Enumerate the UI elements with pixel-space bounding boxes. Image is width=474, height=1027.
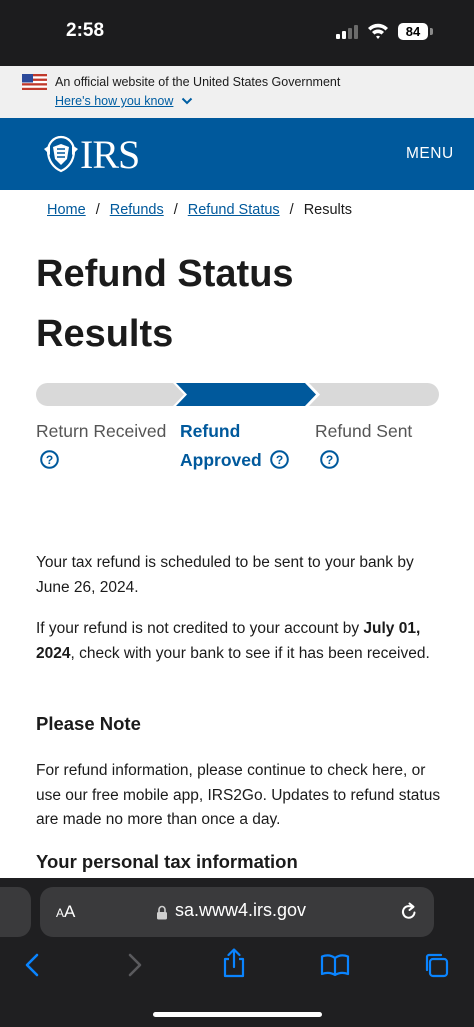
wifi-icon — [368, 23, 388, 39]
breadcrumb-refunds-link[interactable]: Refunds — [110, 202, 164, 218]
irs-logo-text: IRS — [80, 132, 140, 177]
refund-schedule-message: Your tax refund is scheduled to be sent … — [36, 554, 414, 596]
breadcrumb: Home / Refunds / Refund Status / Results — [47, 202, 352, 218]
svg-text:?: ? — [326, 453, 333, 467]
back-icon[interactable] — [25, 953, 39, 977]
breadcrumb-home-link[interactable]: Home — [47, 202, 86, 218]
help-icon[interactable]: ? — [40, 450, 59, 469]
personal-tax-info-heading: Your personal tax information — [36, 851, 298, 872]
step-label-refund-approved: Refund Approved — [180, 421, 262, 470]
please-note-text: For refund information, please continue … — [36, 762, 441, 828]
help-icon[interactable]: ? — [270, 450, 289, 469]
text-size-button[interactable]: AA — [56, 902, 75, 922]
page-title: Refund Status Results — [36, 253, 294, 355]
refund-credit-message: If your refund is not credited to your a… — [36, 617, 442, 666]
gov-banner — [0, 66, 474, 118]
home-indicator — [153, 1012, 322, 1017]
chevron-down-icon[interactable] — [181, 96, 193, 106]
heres-how-you-know-link[interactable]: Here's how you know — [55, 94, 173, 108]
breadcrumb-separator: / — [173, 202, 178, 218]
progress-segment-approved — [176, 383, 316, 406]
refund-credit-text-start: If your refund is not credited to your a… — [36, 620, 364, 637]
refund-progress-bar — [36, 383, 439, 406]
tabs-icon[interactable] — [423, 952, 449, 978]
help-icon[interactable]: ? — [320, 450, 339, 469]
lock-icon — [157, 905, 167, 920]
refund-credit-text-end: , check with your bank to see if it has … — [70, 644, 430, 662]
irs-eagle-icon — [44, 135, 78, 173]
gov-banner-text: An official website of the United States… — [55, 75, 341, 89]
status-bar: 2:58 84 — [0, 0, 474, 66]
menu-button[interactable]: MENU — [406, 145, 454, 163]
progress-segment-received — [36, 383, 184, 406]
text-size-large-a: A — [64, 902, 76, 921]
breadcrumb-separator: / — [289, 202, 294, 218]
please-note-heading: Please Note — [36, 713, 141, 734]
bookmarks-icon[interactable] — [320, 953, 350, 977]
breadcrumb-refund-status-link[interactable]: Refund Status — [188, 202, 280, 218]
step-label-refund-sent: Refund Sent — [315, 421, 413, 441]
battery-tip — [430, 28, 433, 35]
progress-segment-sent — [309, 383, 439, 406]
url-text[interactable]: sa.www4.irs.gov — [175, 900, 306, 921]
forward-icon[interactable] — [128, 953, 142, 977]
previous-tab-preview[interactable] — [0, 887, 31, 937]
breadcrumb-separator: / — [95, 202, 100, 218]
cellular-signal-icon — [336, 25, 358, 39]
battery-icon: 84 — [398, 23, 428, 40]
reload-icon[interactable] — [400, 902, 418, 921]
breadcrumb-current: Results — [303, 202, 353, 218]
share-icon[interactable] — [222, 948, 246, 978]
status-time: 2:58 — [66, 20, 105, 41]
step-label-return-received: Return Received — [36, 421, 167, 441]
text-size-small-a: A — [56, 906, 65, 920]
us-flag-icon — [22, 74, 47, 90]
svg-text:?: ? — [276, 453, 283, 467]
svg-text:?: ? — [46, 453, 53, 467]
irs-logo[interactable]: IRS — [44, 132, 154, 177]
